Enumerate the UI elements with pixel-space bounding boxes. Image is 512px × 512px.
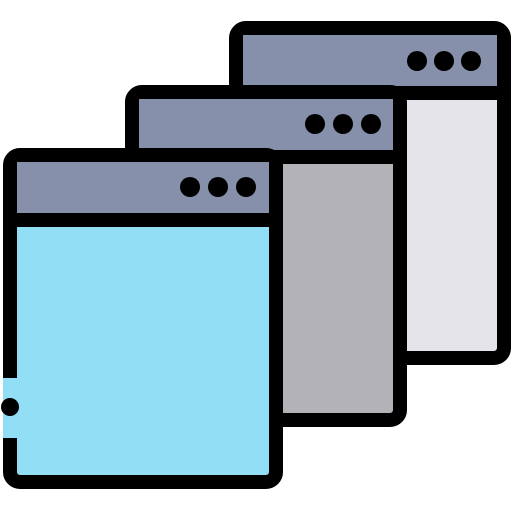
- front-window-edge-dot: [1, 398, 19, 416]
- back-window-titlebar: [243, 35, 497, 91]
- middle-window-dot-2: [333, 114, 353, 134]
- back-window-dot-1: [407, 51, 427, 71]
- front-window-dot-3: [236, 177, 256, 197]
- front-window-titlebar: [17, 162, 269, 218]
- front-window-dot-1: [180, 177, 200, 197]
- stacked-windows-svg: [1, 21, 511, 489]
- middle-window-titlebar: [139, 99, 393, 155]
- stacked-windows-icon: [0, 0, 512, 512]
- front-window: [1, 148, 283, 489]
- front-window-dot-2: [208, 177, 228, 197]
- back-window-dot-3: [461, 51, 481, 71]
- back-window-dot-2: [434, 51, 454, 71]
- middle-window-dot-3: [361, 114, 381, 134]
- middle-window-dot-1: [305, 114, 325, 134]
